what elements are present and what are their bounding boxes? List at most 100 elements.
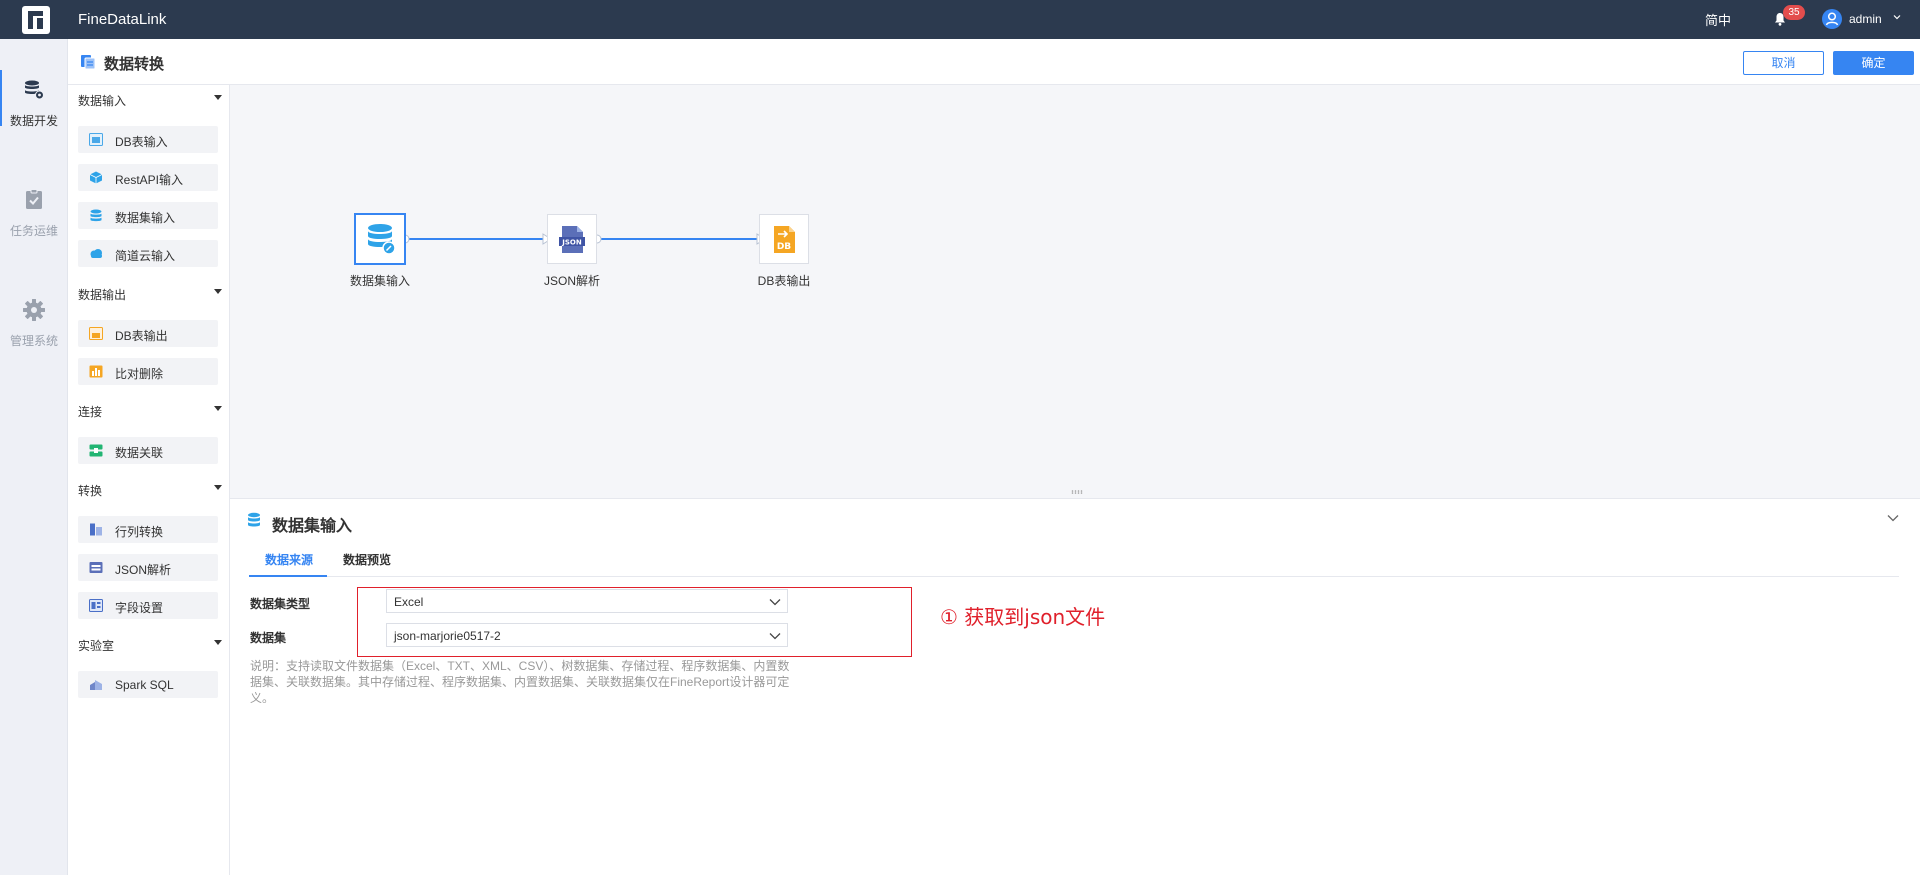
group-title: 数据输入 [78,94,127,108]
caret-down-icon[interactable] [214,485,222,490]
palette-item-label: JSON解析 [115,563,172,577]
caret-down-icon[interactable] [214,95,222,100]
language-switch[interactable]: 简中 [1705,10,1731,29]
nav-label: 数据开发 [9,114,58,128]
group-title: 连接 [78,405,103,419]
panel-title: 数据集输入 [272,518,353,535]
flow-node-label: JSON解析 [543,274,600,288]
dataset-type-label: 数据集类型 [250,597,311,611]
dataset-note: 说明：支持读取文件数据集（Excel、TXT、XML、CSV）、树数据集、存储过… [250,659,790,705]
palette-group-data-output[interactable]: 数据输出 [78,283,228,303]
nav-item-data-development[interactable]: 数据开发 [0,70,68,168]
nav-label: 任务运维 [9,224,58,238]
palette-item-label: DB表输入 [115,135,168,149]
caret-down-icon[interactable] [214,289,222,294]
tab-data-source[interactable]: 数据来源 [265,551,313,568]
spark-sql-icon [90,680,102,690]
field-settings-icon [89,599,103,612]
api-cube-icon [89,171,103,184]
join-icon [89,444,103,457]
nav-item-task-ops[interactable]: 任务运维 [0,188,68,278]
compare-delete-icon [89,365,103,378]
db-input-icon [89,133,103,146]
palette-item-label: DB表输出 [115,329,168,343]
confirm-button[interactable]: 确定 [1833,51,1914,75]
dataset-icon [90,209,102,222]
palette-item-label: 数据集输入 [115,211,176,225]
flow-node-db-output[interactable]: DB [759,214,809,264]
user-icon [1825,12,1839,26]
palette-item-db-output[interactable]: DB表输出 [78,320,218,347]
palette-item-label: RestAPI输入 [115,173,184,187]
palette-item-spark-sql[interactable]: Spark SQL [78,671,218,698]
palette-item-restapi-input[interactable]: RestAPI输入 [78,164,218,191]
flow-connectors [400,233,766,245]
palette-item-label: Spark SQL [115,678,174,692]
group-title: 数据输出 [78,288,127,302]
palette-item-label: 数据关联 [115,446,164,460]
dataset-icon [368,224,396,255]
palette-group-lab[interactable]: 实验室 [78,634,228,654]
palette-item-db-input[interactable]: DB表输入 [78,126,218,153]
top-bar: FineDataLink 简中 35 admin [0,0,1920,39]
palette-item-row-column-transform[interactable]: 行列转换 [78,516,218,543]
user-avatar[interactable] [1822,9,1842,29]
palette-item-field-settings[interactable]: 字段设置 [78,592,218,619]
gear-icon [23,299,45,321]
caret-down-icon[interactable] [214,406,222,411]
palette-group-data-input[interactable]: 数据输入 [78,89,228,109]
clipboard-check-icon [26,189,42,209]
palette-item-label: 行列转换 [115,525,164,539]
page-header: 数据转换 取消 确定 [68,39,1920,85]
resize-handle-icon[interactable] [1071,490,1083,494]
annotation-highlight-box [357,587,912,657]
palette-item-label: 简道云输入 [115,249,176,263]
config-panel: 数据集输入 数据来源 数据预览 数据集类型 Excel 数据集 json-mar… [230,498,1920,875]
flow-node-dataset-input[interactable] [355,214,405,264]
group-title: 实验室 [78,639,115,653]
db-output-icon [89,327,103,340]
palette-item-json-parse[interactable]: JSON解析 [78,554,218,581]
component-palette: 数据输入 DB表输入 RestAPI输入 数据集输入 简道云输入 数据输出 DB… [68,85,230,875]
chevron-down-icon[interactable] [1887,514,1899,522]
cloud-icon [90,249,102,258]
svg-text:JSON: JSON [561,239,582,247]
json-icon [89,562,103,573]
flow-canvas[interactable]: 数据集输入 JSON JSON解析 DB DB表输出 [230,85,1920,498]
flow-node-label: 数据集输入 [349,274,410,288]
palette-item-label: 比对删除 [115,367,164,381]
db-output-icon: DB [774,226,795,253]
flow-node-json-parse[interactable]: JSON [547,214,597,264]
chevron-down-icon[interactable] [1893,13,1901,21]
palette-item-label: 字段设置 [115,601,164,615]
cancel-button[interactable]: 取消 [1743,51,1824,75]
palette-item-dataset-input[interactable]: 数据集输入 [78,202,218,229]
dataset-label: 数据集 [250,631,287,645]
palette-group-join[interactable]: 连接 [78,400,228,420]
palette-group-transform[interactable]: 转换 [78,479,228,499]
notification-badge: 35 [1783,5,1805,20]
group-title: 转换 [78,484,103,498]
page-title: 数据转换 [104,56,165,73]
active-tab-indicator [249,575,327,577]
dataset-icon [248,512,260,527]
nav-item-system-management[interactable]: 管理系统 [0,298,68,388]
tab-data-preview[interactable]: 数据预览 [343,551,391,568]
app-logo-icon[interactable] [22,6,50,34]
svg-text:DB: DB [777,242,791,252]
palette-item-data-join[interactable]: 数据关联 [78,437,218,464]
app-title: FineDataLink [78,11,167,28]
palette-item-jiandaoyun-input[interactable]: 简道云输入 [78,240,218,267]
left-nav: 数据开发 任务运维 管理系统 [0,39,68,875]
panel-tabs: 数据来源 数据预览 [249,539,1899,577]
palette-item-compare-delete[interactable]: 比对删除 [78,358,218,385]
annotation-text: ① 获取到json文件 [940,605,1106,629]
nav-label: 管理系统 [9,334,58,348]
row-column-icon [90,523,102,536]
json-file-icon: JSON [559,226,585,253]
user-name[interactable]: admin [1849,12,1882,26]
flow-node-label: DB表输出 [757,274,811,288]
database-gear-icon [25,80,44,100]
caret-down-icon[interactable] [214,640,222,645]
transform-icon [81,55,96,70]
